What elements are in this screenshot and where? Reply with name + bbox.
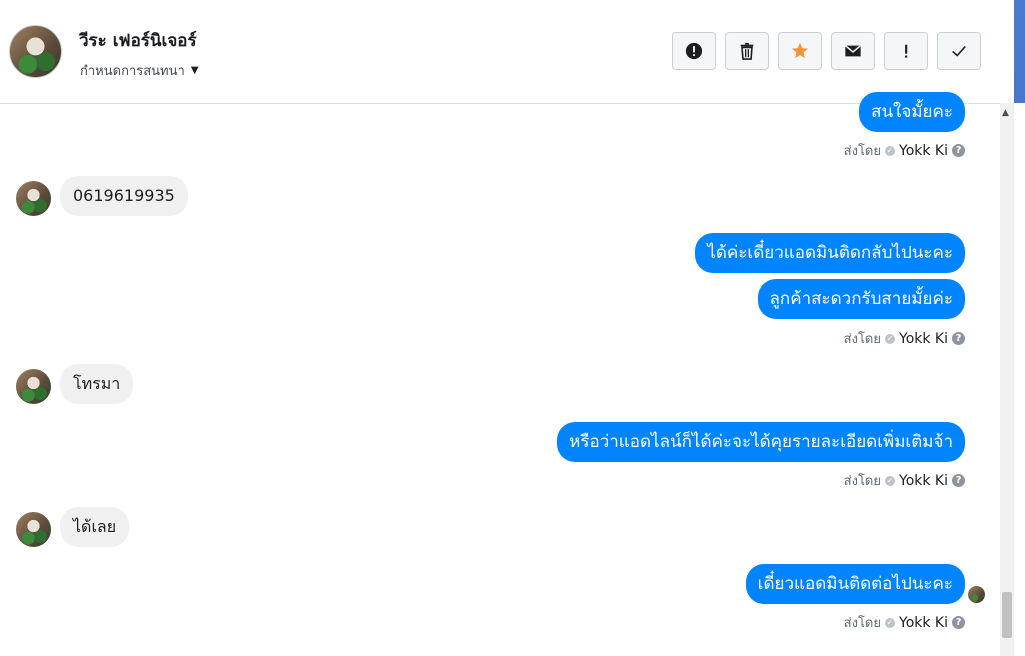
star-button[interactable] [778, 32, 822, 70]
envelope-icon [844, 45, 862, 57]
star-icon [791, 42, 809, 59]
verified-check-icon: ✓ [885, 333, 895, 344]
exclamation-icon [905, 44, 908, 58]
incoming-message[interactable]: ได้เลย [60, 507, 130, 547]
outgoing-message[interactable]: ลูกค้าสะดวกรับสายมั้ยค่ะ [757, 279, 965, 319]
incoming-message[interactable]: 0619619935 [60, 176, 188, 216]
incoming-message[interactable]: โทรมา [60, 364, 134, 404]
sent-by-label: ส่งโดย ✓ Yokk Ki ? [844, 612, 965, 633]
conversation-settings-dropdown[interactable]: กำหนดการสนทนา ▼ [80, 60, 199, 81]
check-icon [952, 45, 966, 57]
conversation-header: วีระ เฟอร์นิเจอร์ กำหนดการสนทนา ▼ [0, 0, 1000, 104]
sender-name[interactable]: Yokk Ki [899, 615, 948, 631]
important-button[interactable] [884, 32, 928, 70]
conversation-settings-label: กำหนดการสนทนา [80, 64, 185, 79]
sent-by-prefix: ส่งโดย [843, 144, 881, 159]
window-edge-lower [1014, 103, 1025, 656]
contact-avatar-small[interactable] [16, 512, 51, 547]
sent-by-label: ส่งโดย ✓ Yokk Ki ? [844, 328, 965, 349]
verified-check-icon: ✓ [885, 617, 895, 628]
outgoing-message[interactable]: ได้ค่ะเดี๋ยวแอดมินติดกลับไปนะคะ [695, 233, 965, 273]
scroll-up-arrow-icon[interactable]: ▲ [1002, 108, 1009, 118]
contact-avatar-small[interactable] [16, 181, 51, 216]
report-button[interactable] [672, 32, 716, 70]
caret-down-icon: ▼ [190, 65, 199, 76]
verified-check-icon: ✓ [885, 475, 895, 486]
contact-name[interactable]: วีระ เฟอร์นิเจอร์ [79, 27, 197, 54]
outgoing-message[interactable]: สนใจมั้ยคะ [859, 92, 965, 132]
seen-avatar [968, 586, 985, 603]
sender-name[interactable]: Yokk Ki [899, 143, 948, 159]
sent-by-prefix: ส่งโดย [843, 332, 881, 347]
outgoing-message[interactable]: เดี๋ยวแอดมินติดต่อไปนะคะ [745, 564, 965, 604]
sent-by-label: ส่งโดย ✓ Yokk Ki ? [844, 470, 965, 491]
help-icon[interactable]: ? [952, 332, 965, 345]
help-icon[interactable]: ? [952, 144, 965, 157]
contact-avatar[interactable] [9, 25, 62, 78]
trash-icon [740, 42, 754, 60]
delete-button[interactable] [725, 32, 769, 70]
sent-by-label: ส่งโดย ✓ Yokk Ki ? [844, 140, 965, 161]
contact-avatar-small[interactable] [16, 369, 51, 404]
done-button[interactable] [937, 32, 981, 70]
sender-name[interactable]: Yokk Ki [899, 473, 948, 489]
alert-circle-icon [685, 42, 703, 60]
sender-name[interactable]: Yokk Ki [899, 331, 948, 347]
sent-by-prefix: ส่งโดย [843, 474, 881, 489]
help-icon[interactable]: ? [952, 616, 965, 629]
sent-by-prefix: ส่งโดย [843, 616, 881, 631]
conversation-toolbar [672, 32, 981, 70]
help-icon[interactable]: ? [952, 474, 965, 487]
mark-unread-button[interactable] [831, 32, 875, 70]
verified-check-icon: ✓ [885, 145, 895, 156]
outgoing-message[interactable]: หรือว่าแอดไลน์ก็ได้ค่ะจะได้คุยรายละเอียด… [557, 422, 965, 462]
scrollbar-thumb[interactable] [1002, 592, 1012, 638]
message-scrollbar[interactable] [1000, 103, 1014, 656]
